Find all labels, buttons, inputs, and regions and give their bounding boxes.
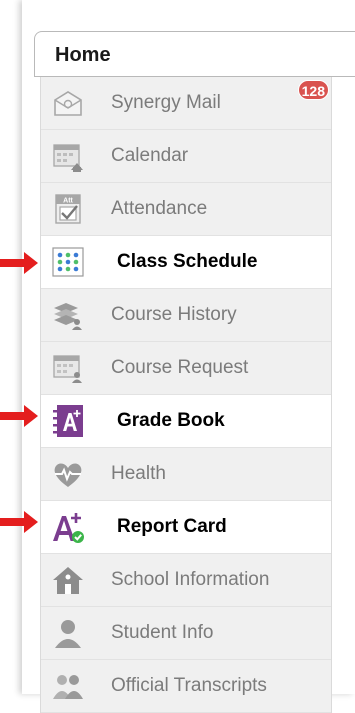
sidebar-item-attendance[interactable]: Att Attendance [41, 183, 331, 236]
course-history-icon [51, 298, 85, 332]
sidebar-item-label: Student Info [111, 622, 214, 643]
sidebar-item-label: Course History [111, 304, 237, 325]
sidebar-item-grade-book[interactable]: Grade Book [41, 395, 331, 448]
sidebar-item-label: Health [111, 463, 166, 484]
attendance-icon-text: Att [63, 198, 73, 205]
sidebar-item-label: Grade Book [117, 410, 225, 431]
attendance-icon: Att [51, 192, 85, 226]
class-schedule-icon [51, 245, 85, 279]
sidebar-item-label: Synergy Mail [111, 92, 221, 113]
sidebar-item-course-history[interactable]: Course History [41, 289, 331, 342]
calendar-icon [51, 139, 85, 173]
home-header[interactable]: Home [34, 31, 355, 77]
sidebar-item-label: School Information [111, 569, 270, 590]
school-information-icon [51, 563, 85, 597]
sidebar-item-label: Report Card [117, 516, 227, 537]
sidebar-item-label: Calendar [111, 145, 189, 166]
sidebar-menu: Synergy Mail 128 Calendar Att Attendance… [40, 77, 332, 713]
pointer-arrow-grade-book [0, 405, 38, 427]
pointer-arrow-class-schedule [0, 252, 38, 274]
sidebar-item-health[interactable]: Health [41, 448, 331, 501]
health-icon [51, 457, 85, 491]
sidebar-item-label: Class Schedule [117, 251, 258, 272]
grade-book-icon [51, 404, 85, 438]
student-info-icon [51, 616, 85, 650]
sidebar-item-course-request[interactable]: Course Request [41, 342, 331, 395]
home-label: Home [55, 44, 111, 66]
official-transcripts-icon [51, 669, 85, 703]
sidebar-item-class-schedule[interactable]: Class Schedule [41, 236, 331, 289]
report-card-icon [51, 510, 85, 544]
sidebar-item-official-transcripts[interactable]: Official Transcripts [41, 660, 331, 713]
sidebar-item-report-card[interactable]: Report Card [41, 501, 331, 554]
sidebar-item-synergy-mail[interactable]: Synergy Mail 128 [41, 77, 331, 130]
sidebar-item-student-info[interactable]: Student Info [41, 607, 331, 660]
sidebar-item-school-information[interactable]: School Information [41, 554, 331, 607]
sidebar-item-label: Course Request [111, 357, 249, 378]
mail-icon [51, 86, 85, 120]
pointer-arrow-report-card [0, 511, 38, 533]
course-request-icon [51, 351, 85, 385]
sidebar-item-label: Attendance [111, 198, 208, 219]
sidebar-item-calendar[interactable]: Calendar [41, 130, 331, 183]
unread-count-badge: 128 [297, 80, 329, 100]
